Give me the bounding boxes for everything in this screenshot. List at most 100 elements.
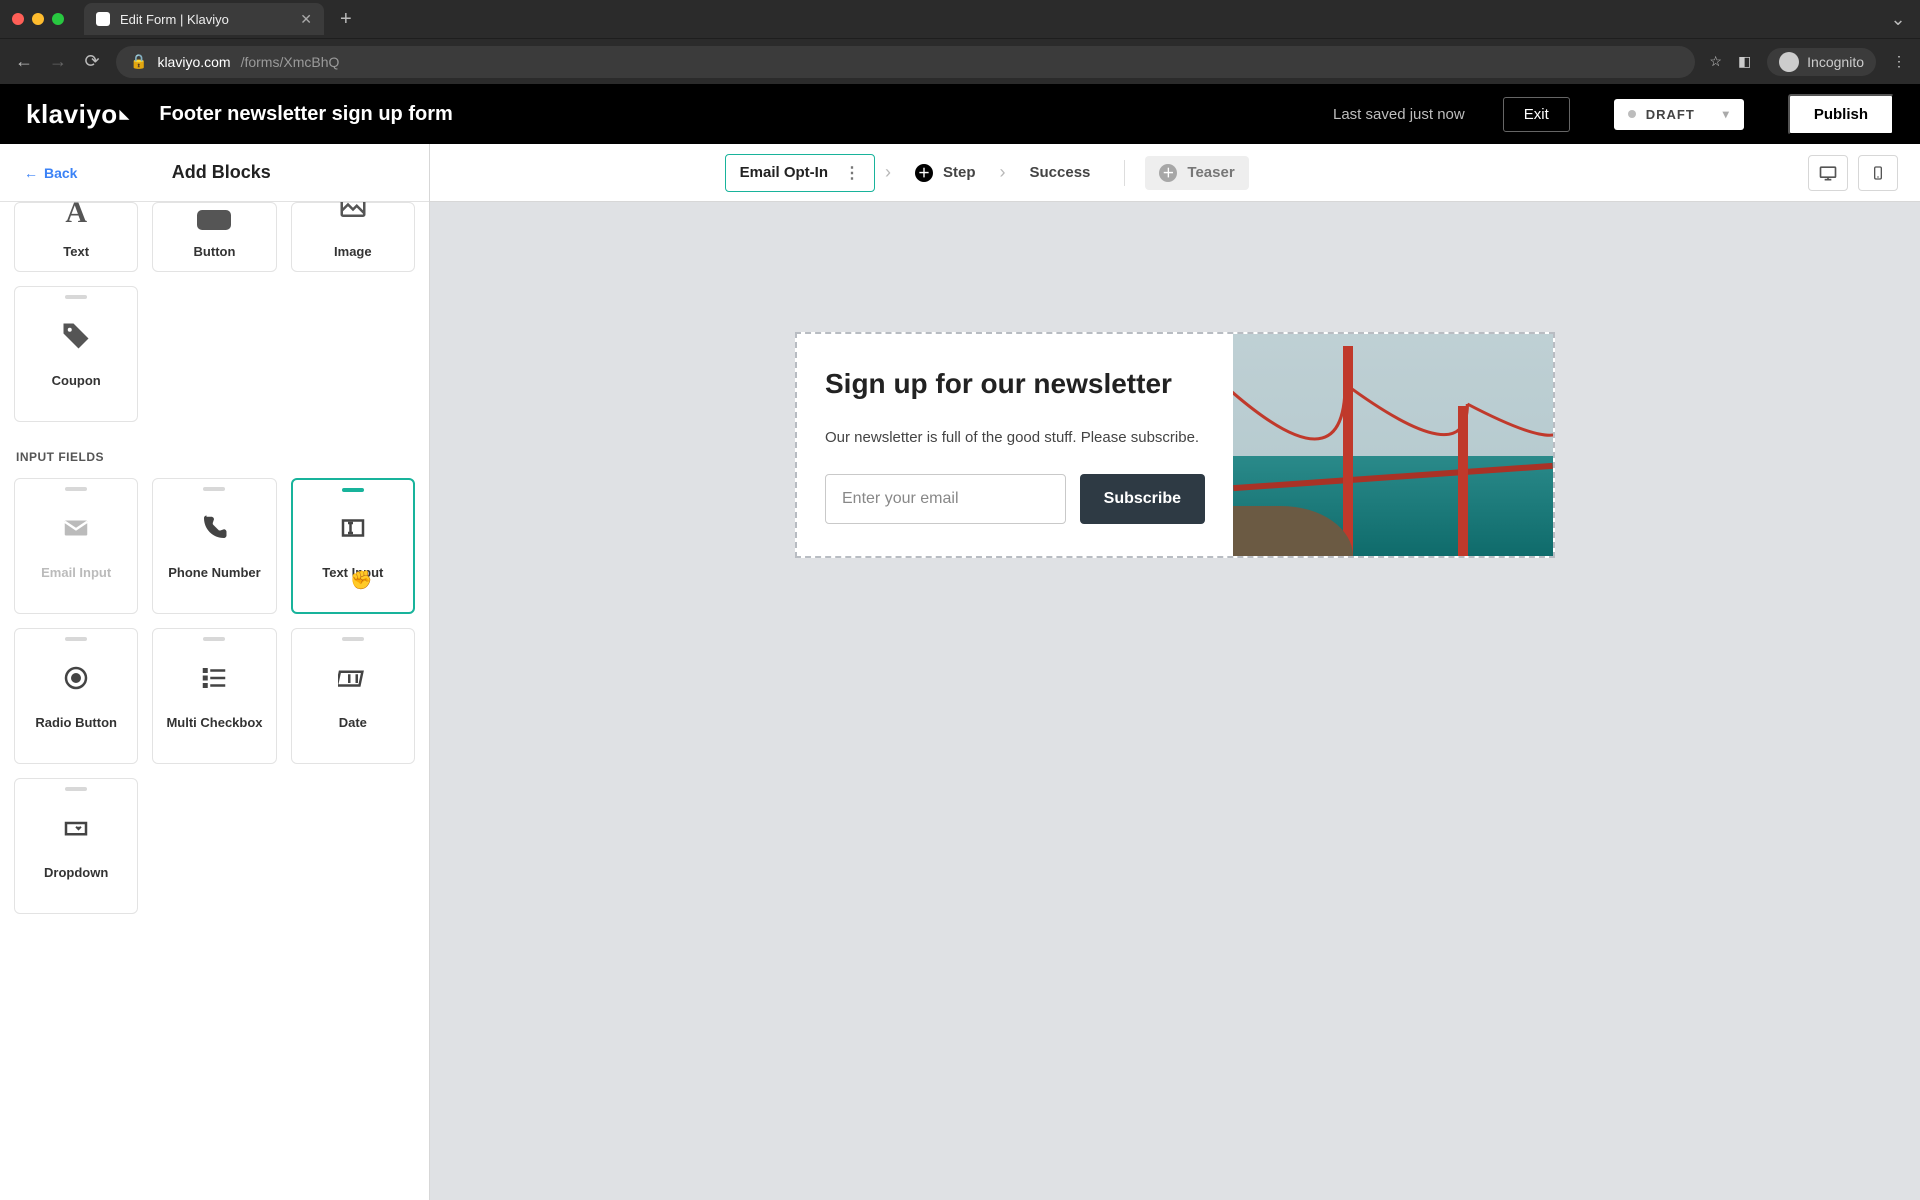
incognito-indicator[interactable]: Incognito: [1767, 48, 1876, 76]
nav-back-icon[interactable]: ←: [14, 51, 34, 72]
window-close-icon[interactable]: [12, 13, 24, 25]
brand-mark-icon: ◣: [120, 107, 130, 121]
image-icon: [338, 202, 368, 230]
grip-icon: [203, 487, 225, 491]
phone-icon: [199, 513, 229, 551]
tabs-overview-icon[interactable]: ⌄: [1888, 9, 1908, 30]
block-coupon[interactable]: Coupon: [14, 286, 138, 422]
button-icon: [197, 210, 231, 230]
browser-menu-icon[interactable]: ⋮: [1892, 53, 1906, 70]
incognito-avatar-icon: [1779, 52, 1799, 72]
subscribe-label: Subscribe: [1104, 490, 1181, 508]
block-label: Button: [194, 244, 236, 259]
block-label: Coupon: [52, 373, 101, 388]
block-label: Dropdown: [44, 865, 108, 880]
block-button[interactable]: Button: [152, 202, 276, 272]
block-label: Phone Number: [168, 565, 260, 580]
step-email-optin[interactable]: Email Opt-In ⋮: [725, 154, 875, 192]
block-phone-number[interactable]: Phone Number: [152, 478, 276, 614]
block-image[interactable]: Image: [291, 202, 415, 272]
block-label: Text: [63, 244, 89, 259]
brand-logo[interactable]: klaviyo◣: [26, 99, 129, 130]
block-label: Radio Button: [35, 715, 117, 730]
grip-icon: [65, 295, 87, 299]
add-teaser-button[interactable]: ＋ Teaser: [1145, 156, 1248, 190]
step-label: Teaser: [1187, 164, 1234, 181]
divider: [1124, 160, 1125, 186]
url-path: /forms/XmcBhQ: [241, 54, 340, 70]
checklist-icon: [199, 663, 229, 701]
form-heading[interactable]: Sign up for our newsletter: [825, 366, 1205, 401]
window-controls[interactable]: [12, 13, 64, 25]
grip-icon: [65, 487, 87, 491]
grip-icon: [203, 637, 225, 641]
tab-close-icon[interactable]: ✕: [300, 11, 312, 28]
block-label: Date: [339, 715, 367, 730]
arrow-left-icon: ←: [24, 165, 38, 181]
form-paragraph[interactable]: Our newsletter is full of the good stuff…: [825, 427, 1205, 450]
block-multi-checkbox[interactable]: Multi Checkbox: [152, 628, 276, 764]
plus-circle-icon: ＋: [915, 164, 933, 182]
form-image[interactable]: [1233, 334, 1553, 556]
tab-favicon-icon: [96, 12, 110, 26]
sidebar-title: Add Blocks: [37, 162, 405, 183]
lock-icon: 🔒: [130, 53, 147, 70]
step-label: Step: [943, 164, 976, 181]
step-label: Success: [1030, 164, 1091, 181]
nav-reload-icon[interactable]: ⟳: [82, 51, 102, 72]
block-label: Multi Checkbox: [166, 715, 262, 730]
step-success[interactable]: Success: [1016, 156, 1105, 189]
chevron-right-icon: ›: [885, 162, 891, 183]
device-mobile-button[interactable]: [1858, 155, 1898, 191]
block-email-input[interactable]: Email Input: [14, 478, 138, 614]
grip-icon: [65, 637, 87, 641]
add-step-button[interactable]: ＋ Step: [901, 156, 990, 190]
nav-forward-icon: →: [48, 51, 68, 72]
tab-title: Edit Form | Klaviyo: [120, 12, 290, 27]
grip-icon: [65, 787, 87, 791]
step-label: Email Opt-In: [740, 164, 828, 181]
incognito-label: Incognito: [1807, 54, 1864, 70]
block-dropdown[interactable]: Dropdown: [14, 778, 138, 914]
bridge-tower-icon: [1343, 346, 1353, 556]
panel-icon[interactable]: ◧: [1738, 53, 1751, 70]
status-label: DRAFT: [1646, 107, 1695, 122]
new-tab-button[interactable]: +: [334, 8, 358, 31]
bridge-tower-icon: [1458, 406, 1468, 556]
address-bar[interactable]: 🔒 klaviyo.com/forms/XmcBhQ: [116, 46, 1695, 78]
url-host: klaviyo.com: [157, 54, 230, 70]
radio-icon: [61, 663, 91, 701]
block-label: Image: [334, 244, 372, 259]
status-dot-icon: [1628, 110, 1636, 118]
block-text-input[interactable]: Text Input ✊: [291, 478, 415, 614]
bridge-cable-icon: [1233, 374, 1553, 474]
chevron-right-icon: ›: [1000, 162, 1006, 183]
envelope-icon: [61, 513, 91, 551]
window-maximize-icon[interactable]: [52, 13, 64, 25]
block-radio-button[interactable]: Radio Button: [14, 628, 138, 764]
exit-button[interactable]: Exit: [1503, 97, 1570, 132]
grip-icon: [342, 488, 364, 492]
text-icon: A: [65, 202, 87, 230]
block-text[interactable]: A Text: [14, 202, 138, 272]
status-dropdown[interactable]: DRAFT ▾: [1614, 99, 1744, 130]
publish-button[interactable]: Publish: [1788, 94, 1894, 135]
text-input-icon: [338, 513, 368, 551]
device-desktop-button[interactable]: [1808, 155, 1848, 191]
window-minimize-icon[interactable]: [32, 13, 44, 25]
subscribe-button[interactable]: Subscribe: [1080, 474, 1205, 524]
email-placeholder: Enter your email: [842, 490, 959, 508]
block-label: Email Input: [41, 565, 111, 580]
form-preview[interactable]: Sign up for our newsletter Our newslette…: [795, 332, 1555, 558]
block-date[interactable]: Date: [291, 628, 415, 764]
last-saved-text: Last saved just now: [1333, 106, 1465, 123]
email-field[interactable]: Enter your email: [825, 474, 1066, 524]
coupon-icon: [61, 321, 91, 359]
bookmark-icon[interactable]: ☆: [1709, 53, 1722, 70]
step-menu-icon[interactable]: ⋮: [844, 163, 860, 183]
block-label: Text Input: [322, 565, 383, 580]
date-icon: [338, 663, 368, 701]
grip-icon: [342, 637, 364, 641]
plus-circle-icon: ＋: [1159, 164, 1177, 182]
browser-tab[interactable]: Edit Form | Klaviyo ✕: [84, 3, 324, 35]
